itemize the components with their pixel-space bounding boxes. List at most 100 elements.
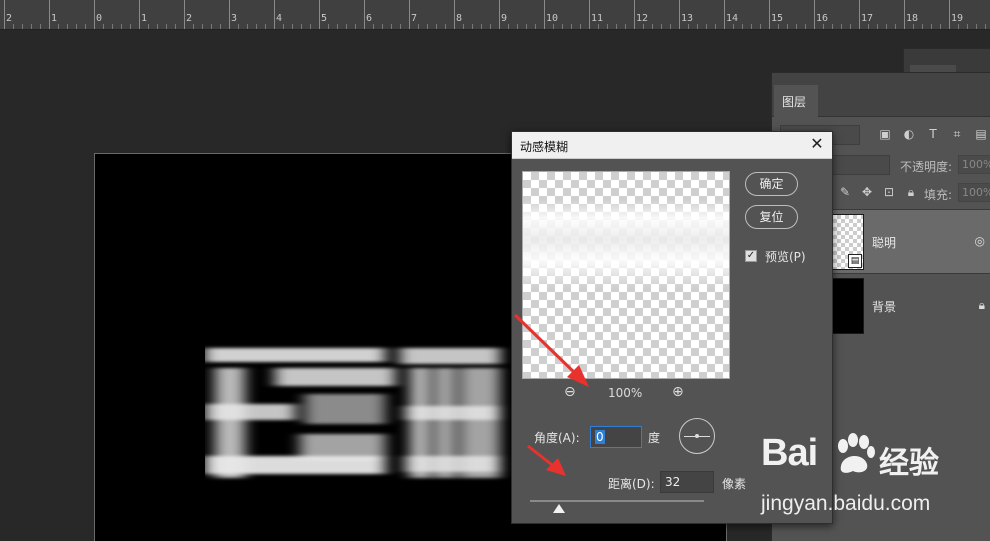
preview-window[interactable] [522, 171, 730, 379]
ruler-major-tick [904, 0, 905, 29]
ruler-major-tick [769, 0, 770, 29]
smart-object-icon: ▤ [848, 254, 862, 268]
ruler-minor-tick [805, 24, 806, 29]
ruler-minor-tick [112, 24, 113, 29]
angle-input[interactable]: 0 [590, 426, 642, 448]
watermark-url: jingyan.baidu.com [761, 492, 931, 515]
ruler-label: 1 [141, 13, 148, 24]
angle-unit: 度 [648, 431, 661, 445]
ruler-major-tick [859, 0, 860, 29]
zoom-in-icon[interactable]: ⊕ [672, 384, 684, 400]
opacity-input[interactable]: 100% [958, 155, 990, 174]
tab-layers[interactable]: 图层 [774, 85, 818, 117]
ruler-minor-tick [238, 24, 239, 29]
lock-pixels-brush-icon[interactable]: ✎ [838, 185, 852, 199]
ruler-minor-tick [661, 24, 662, 29]
ruler-major-tick [184, 0, 185, 29]
lock-all-icon[interactable]: 🔒︎ [904, 185, 918, 199]
zoom-out-icon[interactable]: ⊖ [564, 384, 576, 400]
ok-button[interactable]: 确定 [745, 172, 798, 196]
shape-filter-icon[interactable]: ⌗ [950, 127, 964, 141]
ruler-minor-tick [922, 24, 923, 29]
distance-slider-track[interactable] [530, 500, 704, 502]
ruler-minor-tick [445, 24, 446, 29]
layer-thumbnail [832, 278, 864, 334]
ruler-major-tick [139, 0, 140, 29]
ruler-minor-tick [562, 24, 563, 29]
angle-dial[interactable] [679, 418, 715, 454]
ruler-minor-tick [571, 24, 572, 29]
preview-checkbox[interactable]: ✓ [745, 250, 757, 262]
ruler-major-tick [4, 0, 5, 29]
distance-unit: 像素 [722, 477, 747, 491]
ruler-minor-tick [841, 24, 842, 29]
ruler-major-tick [724, 0, 725, 29]
ruler-label: 4 [276, 13, 283, 24]
ruler-label: 6 [366, 13, 373, 24]
ruler-minor-tick [202, 24, 203, 29]
watermark-cn-text: 经验 [879, 446, 939, 481]
ruler-minor-tick [796, 24, 797, 29]
ruler-label: 7 [411, 13, 418, 24]
ruler-minor-tick [787, 24, 788, 29]
layer-effects-icon[interactable]: ◎ [975, 234, 985, 248]
fill-input[interactable]: 100% [958, 183, 990, 202]
ruler-minor-tick [832, 24, 833, 29]
dialog-title: 动感模糊 [520, 140, 569, 154]
smart-object-filter-icon[interactable]: ▤ [974, 127, 988, 141]
ruler-minor-tick [373, 24, 374, 29]
ruler-minor-tick [751, 24, 752, 29]
ruler-minor-tick [580, 24, 581, 29]
ruler-minor-tick [328, 24, 329, 29]
dialog-titlebar: 动感模糊 ✕ [512, 132, 832, 159]
close-icon[interactable]: ✕ [808, 135, 826, 153]
type-filter-icon[interactable]: T [926, 127, 940, 141]
ruler-label: 11 [591, 13, 604, 24]
ruler-major-tick [634, 0, 635, 29]
ruler-minor-tick [733, 24, 734, 29]
zoom-level: 100% [608, 386, 643, 400]
ruler-major-tick [544, 0, 545, 29]
image-filter-icon[interactable]: ▣ [878, 127, 892, 141]
ruler-label: 16 [816, 13, 829, 24]
ruler-minor-tick [742, 24, 743, 29]
ruler-minor-tick [175, 24, 176, 29]
ruler-minor-tick [670, 24, 671, 29]
ruler-minor-tick [472, 24, 473, 29]
ruler-minor-tick [688, 24, 689, 29]
baidu-jingyan-watermark: Bai 经验 jingyan.baidu.com [755, 430, 990, 530]
lock-artboard-icon[interactable]: ⊡ [882, 185, 896, 199]
ruler-major-tick [814, 0, 815, 29]
opacity-label: 不透明度: [900, 160, 953, 174]
ruler-label: 17 [861, 13, 874, 24]
ruler-minor-tick [130, 24, 131, 29]
horizontal-ruler: 2 1 0 1 2 3 4 5 6 7 8 9 10 11 12 13 14 15 16 17 18 19 [0, 0, 990, 30]
preview-label: 预览(P) [765, 250, 806, 264]
distance-label: 距离(D): [608, 477, 655, 491]
ruler-minor-tick [247, 24, 248, 29]
ruler-minor-tick [283, 24, 284, 29]
ruler-minor-tick [607, 24, 608, 29]
ruler-label: 9 [501, 13, 508, 24]
zoom-controls: ⊖ 100% ⊕ [522, 384, 730, 404]
ruler-minor-tick [463, 24, 464, 29]
ruler-minor-tick [895, 24, 896, 29]
ruler-minor-tick [823, 24, 824, 29]
distance-input[interactable]: 32 [660, 471, 714, 493]
ruler-minor-tick [598, 24, 599, 29]
ruler-minor-tick [103, 24, 104, 29]
ruler-minor-tick [391, 24, 392, 29]
ruler-label: 19 [951, 13, 964, 24]
reset-button[interactable]: 复位 [745, 205, 798, 229]
layers-panel-tabbar: 图层 [772, 73, 990, 117]
ruler-minor-tick [40, 24, 41, 29]
adjustment-filter-icon[interactable]: ◐ [902, 127, 916, 141]
ruler-label: 10 [546, 13, 559, 24]
ruler-major-tick [49, 0, 50, 29]
ruler-minor-tick [22, 24, 23, 29]
ruler-minor-tick [526, 24, 527, 29]
layer-name: 背景 [872, 300, 897, 314]
paw-icon [838, 433, 875, 473]
distance-slider-thumb[interactable] [553, 504, 565, 513]
lock-position-move-icon[interactable]: ✥ [860, 185, 874, 199]
